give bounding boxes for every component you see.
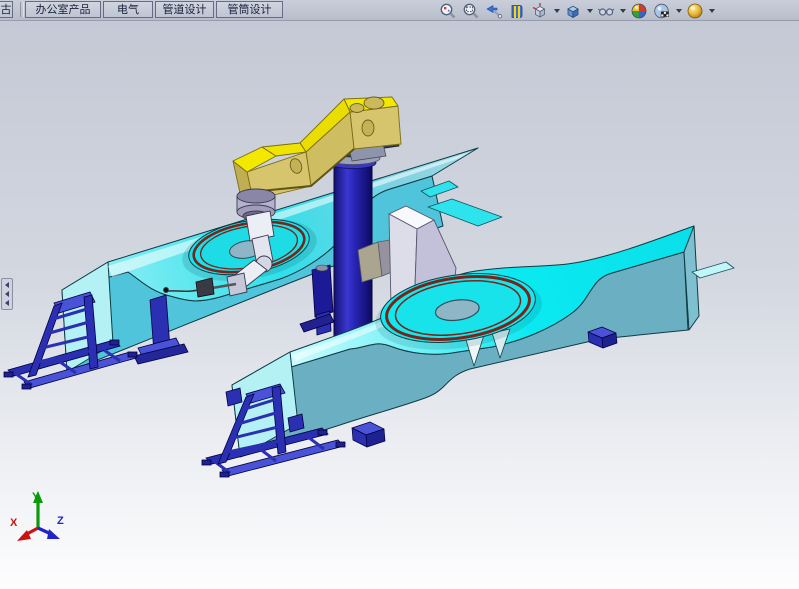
tab-tubing-design[interactable]: 管筒设计 — [216, 1, 283, 18]
tab-partial[interactable]: 古 — [0, 1, 13, 18]
view-orientation-icon[interactable] — [529, 1, 551, 20]
triad-y-label: Y — [32, 491, 40, 503]
section-view-icon[interactable] — [506, 1, 528, 20]
zoom-to-fit-icon[interactable] — [437, 1, 459, 20]
robot-shoulder — [246, 211, 274, 241]
panel-splitter-handle[interactable] — [1, 278, 13, 310]
graphics-area[interactable]: X Y Z — [0, 21, 799, 589]
apply-scene-icon[interactable] — [651, 1, 673, 20]
tab-office-products[interactable]: 办公室产品 — [25, 1, 101, 18]
view-orientation-dropdown[interactable] — [552, 1, 561, 20]
apply-scene-dropdown[interactable] — [674, 1, 683, 20]
edit-appearance-icon[interactable] — [628, 1, 650, 20]
view-settings-dropdown[interactable] — [707, 1, 716, 20]
display-style-dropdown[interactable] — [585, 1, 594, 20]
hide-show-items-dropdown[interactable] — [618, 1, 627, 20]
view-settings-icon[interactable] — [684, 1, 706, 20]
display-style-icon[interactable] — [562, 1, 584, 20]
tab-electrical[interactable]: 电气 — [103, 1, 153, 18]
zoom-to-area-icon[interactable] — [460, 1, 482, 20]
command-tab-bar: 古 办公室产品 电气 管道设计 管筒设计 — [0, 0, 799, 21]
hide-show-items-icon[interactable] — [595, 1, 617, 20]
triad-z-label: Z — [57, 515, 64, 527]
previous-view-icon[interactable] — [483, 1, 505, 20]
toolbar-separator — [20, 2, 24, 17]
tab-piping-design[interactable]: 管道设计 — [155, 1, 214, 18]
triad-x-label: X — [10, 517, 18, 529]
heads-up-view-toolbar — [437, 0, 716, 21]
model-view[interactable]: X Y Z — [0, 21, 799, 589]
